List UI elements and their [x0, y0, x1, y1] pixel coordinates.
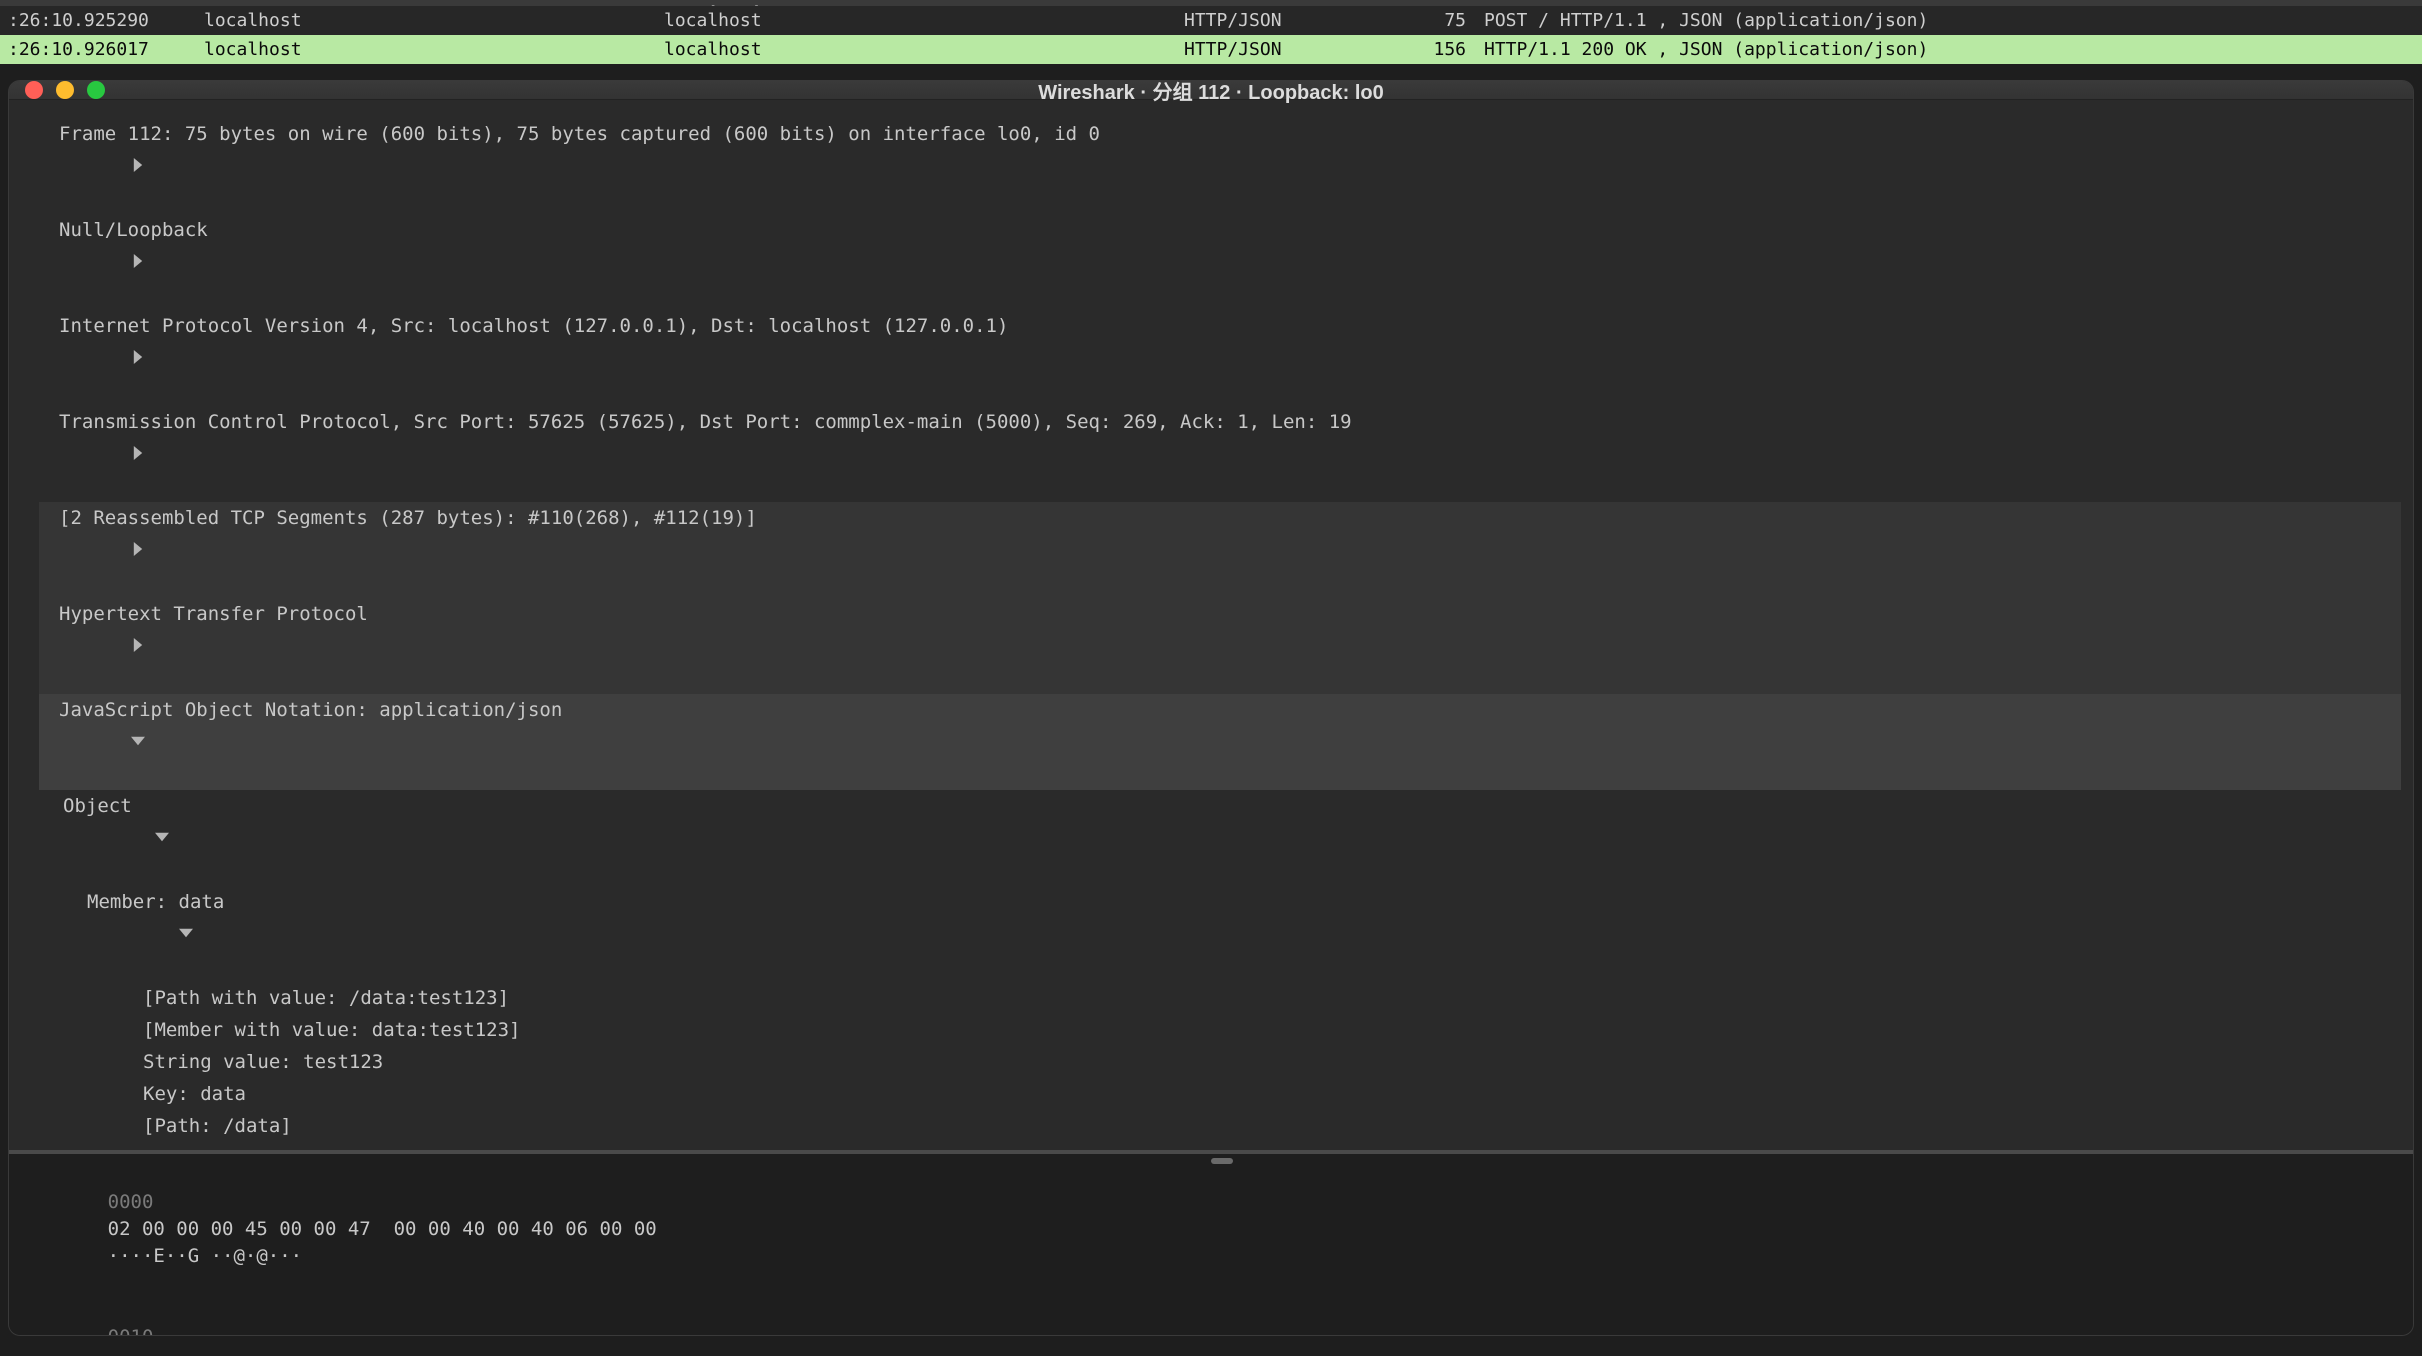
hex-bytes: 02 00 00 00 45 00 00 47 00 00 40 00 40 0… — [108, 1216, 848, 1243]
tree-item-json[interactable]: JavaScript Object Notation: application/… — [39, 694, 2401, 790]
hex-offset: 0010 — [108, 1324, 180, 1336]
tree-label: [Path: /data] — [143, 1110, 292, 1142]
tree-item-member[interactable]: Member: data — [39, 886, 2401, 982]
tree-item-ipv4[interactable]: Internet Protocol Version 4, Src: localh… — [39, 310, 2401, 406]
tree-label: [2 Reassembled TCP Segments (287 bytes):… — [59, 502, 757, 534]
cell-time: :26:10.925290 — [4, 6, 204, 35]
tree-item-tcp[interactable]: Transmission Control Protocol, Src Port:… — [39, 406, 2401, 502]
hex-offset: 0000 — [108, 1189, 180, 1216]
tree-item-member-with-value[interactable]: [Member with value: data:test123] — [39, 1014, 2401, 1046]
cell-dst: localhost — [664, 6, 1184, 35]
packet-list: Source Destination Protocol Length Info … — [0, 0, 2422, 64]
tree-item-key[interactable]: Key: data — [39, 1078, 2401, 1110]
minimize-icon[interactable] — [56, 81, 74, 99]
hex-ascii: ····E··G ··@·@··· — [108, 1243, 302, 1270]
tree-label: Null/Loopback — [59, 214, 208, 246]
tree-label: Internet Protocol Version 4, Src: localh… — [59, 310, 1008, 342]
cell-proto: HTTP/JSON — [1184, 35, 1384, 64]
cell-src: localhost — [204, 35, 664, 64]
cell-len: 156 — [1384, 35, 1484, 64]
chevron-down-icon[interactable] — [39, 694, 59, 790]
hex-row[interactable]: 0000 02 00 00 00 45 00 00 47 00 00 40 00… — [39, 1162, 2401, 1297]
chevron-right-icon[interactable] — [39, 310, 59, 406]
hex-dump[interactable]: 0000 02 00 00 00 45 00 00 47 00 00 40 00… — [9, 1150, 2413, 1336]
tree-label: Frame 112: 75 bytes on wire (600 bits), … — [59, 118, 1100, 150]
tree-label: [Member with value: data:test123] — [143, 1014, 521, 1046]
tree-item-string-value[interactable]: String value: test123 — [39, 1046, 2401, 1078]
tree-label: Member: data — [87, 886, 224, 918]
window-controls — [9, 81, 105, 99]
tree-item-nullloopback[interactable]: Null/Loopback — [39, 214, 2401, 310]
tree-item-path-with-value[interactable]: [Path with value: /data:test123] — [39, 982, 2401, 1014]
protocol-tree: Frame 112: 75 bytes on wire (600 bits), … — [9, 100, 2413, 1150]
cell-len: 75 — [1384, 6, 1484, 35]
maximize-icon[interactable] — [87, 81, 105, 99]
chevron-down-icon[interactable] — [39, 886, 87, 982]
cell-info: HTTP/1.1 200 OK , JSON (application/json… — [1484, 35, 2418, 64]
hex-row[interactable]: 0010 7f 00 00 01 7f 00 00 01 e1 19 13 88… — [39, 1297, 2401, 1336]
tree-label: String value: test123 — [143, 1046, 383, 1078]
tree-label: Hypertext Transfer Protocol — [59, 598, 368, 630]
cell-info: POST / HTTP/1.1 , JSON (application/json… — [1484, 6, 2418, 35]
tree-label: Object — [63, 790, 132, 822]
cell-src: localhost — [204, 6, 664, 35]
chevron-right-icon[interactable] — [39, 406, 59, 502]
tree-item-path[interactable]: [Path: /data] — [39, 1110, 2401, 1142]
titlebar[interactable]: Wireshark · 分组 112 · Loopback: lo0 — [9, 81, 2413, 100]
chevron-down-icon[interactable] — [39, 790, 63, 886]
cell-time: :26:10.926017 — [4, 35, 204, 64]
tree-label: JavaScript Object Notation: application/… — [59, 694, 562, 726]
tree-item-object[interactable]: Object — [39, 790, 2401, 886]
tree-item-frame[interactable]: Frame 112: 75 bytes on wire (600 bits), … — [39, 118, 2401, 214]
chevron-right-icon[interactable] — [39, 214, 59, 310]
packet-row[interactable]: :26:10.926017 localhost localhost HTTP/J… — [0, 35, 2422, 64]
tree-label: [Path with value: /data:test123] — [143, 982, 509, 1014]
packet-detail-window: Wireshark · 分组 112 · Loopback: lo0 Frame… — [8, 80, 2414, 1336]
packet-row[interactable]: :26:10.925290 localhost localhost HTTP/J… — [0, 6, 2422, 35]
chevron-right-icon[interactable] — [39, 502, 59, 598]
chevron-right-icon[interactable] — [39, 598, 59, 694]
chevron-right-icon[interactable] — [39, 118, 59, 214]
tree-label: Key: data — [143, 1078, 246, 1110]
cell-dst: localhost — [664, 35, 1184, 64]
tree-item-reassembled[interactable]: [2 Reassembled TCP Segments (287 bytes):… — [39, 502, 2401, 598]
tree-label: Transmission Control Protocol, Src Port:… — [59, 406, 1352, 438]
close-icon[interactable] — [25, 81, 43, 99]
tree-item-http[interactable]: Hypertext Transfer Protocol — [39, 598, 2401, 694]
cell-proto: HTTP/JSON — [1184, 6, 1384, 35]
scroll-indicator-icon — [1211, 1158, 1233, 1164]
